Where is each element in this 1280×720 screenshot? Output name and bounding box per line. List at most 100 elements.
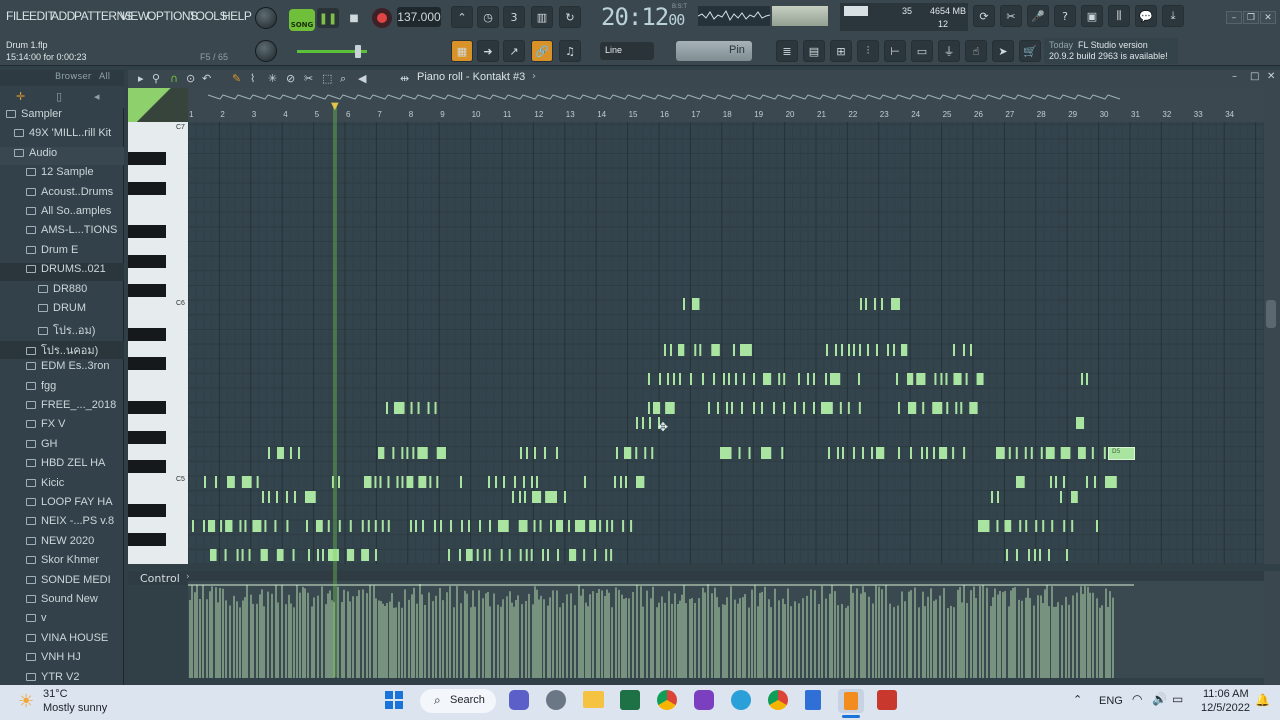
note[interactable] bbox=[876, 447, 885, 459]
note[interactable] bbox=[379, 476, 382, 488]
mixer-window-button[interactable]: ⫶ bbox=[857, 40, 879, 62]
note[interactable] bbox=[622, 520, 625, 532]
note[interactable] bbox=[563, 491, 566, 503]
note[interactable] bbox=[858, 402, 861, 414]
note[interactable] bbox=[841, 344, 843, 356]
note[interactable] bbox=[659, 373, 661, 385]
note[interactable] bbox=[1086, 373, 1088, 385]
note[interactable] bbox=[583, 549, 586, 561]
record-button[interactable] bbox=[372, 8, 392, 28]
note[interactable] bbox=[683, 298, 685, 310]
note[interactable] bbox=[427, 402, 430, 414]
note[interactable] bbox=[276, 491, 278, 503]
note[interactable] bbox=[952, 447, 955, 459]
note[interactable] bbox=[910, 447, 912, 459]
note[interactable] bbox=[1071, 491, 1078, 503]
note[interactable] bbox=[692, 298, 700, 310]
note[interactable] bbox=[876, 344, 878, 356]
black-key[interactable] bbox=[128, 460, 166, 474]
note[interactable] bbox=[239, 520, 242, 532]
browser-item[interactable]: NEIX -...PS v.8 bbox=[0, 515, 124, 533]
clock-time[interactable]: 11:06 AM bbox=[1203, 688, 1249, 700]
note[interactable] bbox=[374, 549, 377, 561]
start-button[interactable] bbox=[384, 690, 404, 710]
note[interactable] bbox=[922, 402, 925, 414]
note[interactable] bbox=[934, 373, 937, 385]
note[interactable] bbox=[778, 373, 781, 385]
note[interactable] bbox=[1094, 476, 1096, 488]
note[interactable] bbox=[1066, 549, 1068, 561]
note[interactable] bbox=[1019, 520, 1022, 532]
note[interactable] bbox=[1103, 447, 1106, 459]
note[interactable] bbox=[648, 373, 650, 385]
note[interactable] bbox=[1063, 520, 1066, 532]
note[interactable] bbox=[738, 447, 741, 459]
brush-icon[interactable]: ⌇ bbox=[250, 72, 255, 85]
browser-item[interactable]: HBD ZEL HA bbox=[0, 457, 124, 475]
browser-item[interactable]: Sound New bbox=[0, 593, 124, 611]
note[interactable] bbox=[798, 373, 800, 385]
note[interactable] bbox=[448, 549, 450, 561]
note[interactable] bbox=[996, 447, 1005, 459]
note[interactable] bbox=[224, 549, 227, 561]
note[interactable] bbox=[748, 447, 751, 459]
telegram-icon[interactable] bbox=[731, 690, 751, 710]
shop-button[interactable]: 🛒 bbox=[1019, 40, 1041, 62]
black-key[interactable] bbox=[128, 430, 166, 444]
browser-item[interactable]: AMS-L...TIONS bbox=[0, 224, 124, 242]
render-button[interactable]: ➤ bbox=[992, 40, 1014, 62]
note[interactable] bbox=[539, 520, 542, 532]
weather-sun-icon[interactable]: ☀ bbox=[18, 691, 34, 712]
note[interactable] bbox=[514, 476, 516, 488]
channel-tree-button[interactable]: ⊢ bbox=[884, 40, 906, 62]
browser-item[interactable]: โปร..อม) bbox=[0, 321, 124, 339]
browser-item[interactable]: Acoust..Drums bbox=[0, 186, 124, 204]
note[interactable] bbox=[489, 520, 491, 532]
note[interactable] bbox=[953, 373, 962, 385]
app-icon[interactable] bbox=[877, 690, 897, 710]
note[interactable] bbox=[955, 402, 958, 414]
volume-icon[interactable]: 🔊 bbox=[1152, 692, 1167, 706]
note[interactable] bbox=[997, 491, 999, 503]
play-pause-button[interactable]: ❚❚ bbox=[317, 8, 339, 28]
note[interactable] bbox=[436, 476, 439, 488]
note[interactable] bbox=[1039, 549, 1041, 561]
chrome-icon[interactable] bbox=[657, 690, 677, 710]
note[interactable] bbox=[908, 402, 917, 414]
main-volume-thumb[interactable] bbox=[355, 45, 361, 58]
note[interactable] bbox=[512, 491, 514, 503]
wait-for-input-button[interactable]: ◷ bbox=[477, 6, 499, 28]
note[interactable] bbox=[440, 520, 442, 532]
file-explorer-icon[interactable] bbox=[583, 691, 604, 708]
note[interactable] bbox=[410, 520, 412, 532]
note[interactable] bbox=[867, 344, 869, 356]
note[interactable] bbox=[1042, 520, 1045, 532]
note[interactable] bbox=[926, 447, 928, 459]
notepad-icon[interactable] bbox=[805, 690, 821, 710]
excel-icon[interactable] bbox=[620, 690, 640, 710]
undo-history-button[interactable]: ⟳ bbox=[973, 5, 995, 27]
playback-position-marker[interactable] bbox=[333, 105, 337, 677]
note[interactable] bbox=[401, 476, 404, 488]
note[interactable] bbox=[678, 344, 685, 356]
note[interactable] bbox=[434, 402, 437, 414]
note[interactable] bbox=[960, 402, 963, 414]
note[interactable] bbox=[1015, 447, 1018, 459]
view-icon[interactable]: ◂ bbox=[94, 90, 100, 103]
note[interactable] bbox=[761, 447, 772, 459]
note[interactable] bbox=[268, 447, 270, 459]
note[interactable] bbox=[945, 373, 948, 385]
typing-keyboard-button[interactable]: ♫ bbox=[559, 40, 581, 62]
note[interactable] bbox=[289, 447, 292, 459]
playlist-button[interactable]: ≣ bbox=[776, 40, 798, 62]
note[interactable] bbox=[865, 298, 867, 310]
note[interactable] bbox=[536, 476, 538, 488]
note[interactable] bbox=[316, 520, 323, 532]
browser-item[interactable]: VINA HOUSE bbox=[0, 632, 124, 650]
black-key[interactable] bbox=[128, 225, 166, 239]
language-indicator[interactable]: ENG bbox=[1099, 695, 1123, 707]
note[interactable] bbox=[624, 447, 632, 459]
black-key[interactable] bbox=[128, 504, 166, 518]
note[interactable] bbox=[277, 447, 284, 459]
note[interactable] bbox=[1050, 476, 1052, 488]
